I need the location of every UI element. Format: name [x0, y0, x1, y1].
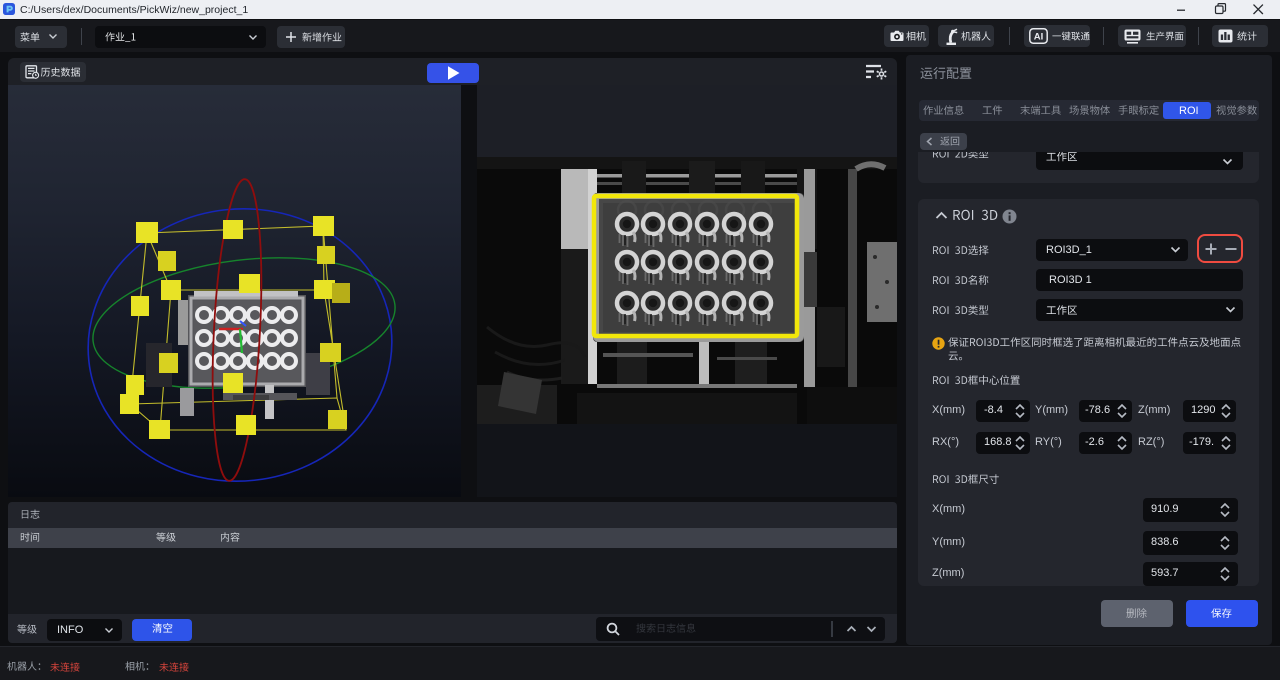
svg-text:AI: AI — [1034, 32, 1044, 43]
